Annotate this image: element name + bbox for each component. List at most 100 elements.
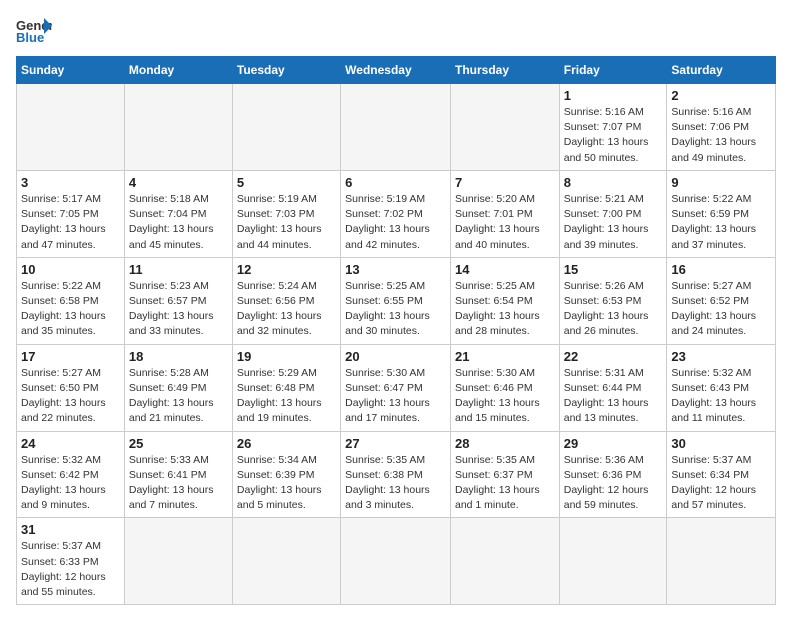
day-number: 4	[129, 175, 228, 190]
day-number: 2	[671, 88, 771, 103]
day-cell	[124, 518, 232, 605]
day-cell: 11 Sunrise: 5:23 AM Sunset: 6:57 PM Dayli…	[124, 257, 232, 344]
day-number: 10	[21, 262, 120, 277]
day-number: 26	[237, 436, 336, 451]
day-cell: 22 Sunrise: 5:31 AM Sunset: 6:44 PM Dayli…	[559, 344, 667, 431]
day-info: Sunrise: 5:27 AM Sunset: 6:52 PM Dayligh…	[671, 279, 771, 340]
day-cell	[450, 518, 559, 605]
day-number: 3	[21, 175, 120, 190]
day-cell: 1Sunrise: 5:16 AM Sunset: 7:07 PM Daylig…	[559, 84, 667, 171]
day-cell	[450, 84, 559, 171]
day-info: Sunrise: 5:17 AM Sunset: 7:05 PM Dayligh…	[21, 192, 120, 253]
week-row-2: 3 Sunrise: 5:17 AM Sunset: 7:05 PM Daylig…	[17, 170, 776, 257]
day-cell: 29 Sunrise: 5:36 AM Sunset: 6:36 PM Dayli…	[559, 431, 667, 518]
days-of-week-row: SundayMondayTuesdayWednesdayThursdayFrid…	[17, 57, 776, 84]
week-row-6: 31Sunrise: 5:37 AM Sunset: 6:33 PM Dayli…	[17, 518, 776, 605]
day-number: 30	[671, 436, 771, 451]
week-row-1: 1Sunrise: 5:16 AM Sunset: 7:07 PM Daylig…	[17, 84, 776, 171]
day-cell	[232, 84, 340, 171]
day-number: 14	[455, 262, 555, 277]
day-number: 9	[671, 175, 771, 190]
day-number: 29	[564, 436, 663, 451]
day-cell: 23Sunrise: 5:32 AM Sunset: 6:43 PM Dayli…	[667, 344, 776, 431]
day-cell: 24Sunrise: 5:32 AM Sunset: 6:42 PM Dayli…	[17, 431, 125, 518]
day-cell	[667, 518, 776, 605]
day-cell: 10 Sunrise: 5:22 AM Sunset: 6:58 PM Dayli…	[17, 257, 125, 344]
day-cell: 6Sunrise: 5:19 AM Sunset: 7:02 PM Daylig…	[341, 170, 451, 257]
day-cell: 9 Sunrise: 5:22 AM Sunset: 6:59 PM Daylig…	[667, 170, 776, 257]
day-info: Sunrise: 5:27 AM Sunset: 6:50 PM Dayligh…	[21, 366, 120, 427]
day-info: Sunrise: 5:23 AM Sunset: 6:57 PM Dayligh…	[129, 279, 228, 340]
day-info: Sunrise: 5:34 AM Sunset: 6:39 PM Dayligh…	[237, 453, 336, 514]
day-number: 20	[345, 349, 446, 364]
page-header: General Blue	[16, 16, 776, 44]
week-row-4: 17 Sunrise: 5:27 AM Sunset: 6:50 PM Dayli…	[17, 344, 776, 431]
logo-icon: General Blue	[16, 16, 52, 44]
day-info: Sunrise: 5:25 AM Sunset: 6:55 PM Dayligh…	[345, 279, 446, 340]
day-info: Sunrise: 5:28 AM Sunset: 6:49 PM Dayligh…	[129, 366, 228, 427]
day-info: Sunrise: 5:31 AM Sunset: 6:44 PM Dayligh…	[564, 366, 663, 427]
day-cell	[559, 518, 667, 605]
day-cell: 19Sunrise: 5:29 AM Sunset: 6:48 PM Dayli…	[232, 344, 340, 431]
dow-header-tuesday: Tuesday	[232, 57, 340, 84]
day-info: Sunrise: 5:36 AM Sunset: 6:36 PM Dayligh…	[564, 453, 663, 514]
day-info: Sunrise: 5:22 AM Sunset: 6:59 PM Dayligh…	[671, 192, 771, 253]
day-number: 17	[21, 349, 120, 364]
dow-header-thursday: Thursday	[450, 57, 559, 84]
day-cell: 2 Sunrise: 5:16 AM Sunset: 7:06 PM Daylig…	[667, 84, 776, 171]
day-cell: 18 Sunrise: 5:28 AM Sunset: 6:49 PM Dayli…	[124, 344, 232, 431]
day-info: Sunrise: 5:30 AM Sunset: 6:46 PM Dayligh…	[455, 366, 555, 427]
day-cell	[341, 84, 451, 171]
day-number: 18	[129, 349, 228, 364]
day-cell: 28 Sunrise: 5:35 AM Sunset: 6:37 PM Dayli…	[450, 431, 559, 518]
day-cell	[341, 518, 451, 605]
day-number: 27	[345, 436, 446, 451]
day-info: Sunrise: 5:16 AM Sunset: 7:06 PM Dayligh…	[671, 105, 771, 166]
day-info: Sunrise: 5:18 AM Sunset: 7:04 PM Dayligh…	[129, 192, 228, 253]
day-cell: 16 Sunrise: 5:27 AM Sunset: 6:52 PM Dayli…	[667, 257, 776, 344]
day-number: 16	[671, 262, 771, 277]
day-number: 31	[21, 522, 120, 537]
day-cell	[124, 84, 232, 171]
day-number: 8	[564, 175, 663, 190]
day-info: Sunrise: 5:32 AM Sunset: 6:43 PM Dayligh…	[671, 366, 771, 427]
day-cell: 25Sunrise: 5:33 AM Sunset: 6:41 PM Dayli…	[124, 431, 232, 518]
day-cell: 17 Sunrise: 5:27 AM Sunset: 6:50 PM Dayli…	[17, 344, 125, 431]
day-cell	[232, 518, 340, 605]
dow-header-wednesday: Wednesday	[341, 57, 451, 84]
day-info: Sunrise: 5:29 AM Sunset: 6:48 PM Dayligh…	[237, 366, 336, 427]
day-number: 28	[455, 436, 555, 451]
day-cell: 4 Sunrise: 5:18 AM Sunset: 7:04 PM Daylig…	[124, 170, 232, 257]
day-info: Sunrise: 5:35 AM Sunset: 6:37 PM Dayligh…	[455, 453, 555, 514]
day-info: Sunrise: 5:35 AM Sunset: 6:38 PM Dayligh…	[345, 453, 446, 514]
day-info: Sunrise: 5:26 AM Sunset: 6:53 PM Dayligh…	[564, 279, 663, 340]
day-number: 22	[564, 349, 663, 364]
dow-header-saturday: Saturday	[667, 57, 776, 84]
calendar-body: 1Sunrise: 5:16 AM Sunset: 7:07 PM Daylig…	[17, 84, 776, 605]
day-cell: 26 Sunrise: 5:34 AM Sunset: 6:39 PM Dayli…	[232, 431, 340, 518]
week-row-3: 10 Sunrise: 5:22 AM Sunset: 6:58 PM Dayli…	[17, 257, 776, 344]
day-number: 21	[455, 349, 555, 364]
dow-header-sunday: Sunday	[17, 57, 125, 84]
day-number: 7	[455, 175, 555, 190]
day-number: 13	[345, 262, 446, 277]
day-info: Sunrise: 5:37 AM Sunset: 6:34 PM Dayligh…	[671, 453, 771, 514]
day-info: Sunrise: 5:22 AM Sunset: 6:58 PM Dayligh…	[21, 279, 120, 340]
day-number: 24	[21, 436, 120, 451]
day-cell	[17, 84, 125, 171]
day-info: Sunrise: 5:25 AM Sunset: 6:54 PM Dayligh…	[455, 279, 555, 340]
day-cell: 15 Sunrise: 5:26 AM Sunset: 6:53 PM Dayli…	[559, 257, 667, 344]
day-info: Sunrise: 5:33 AM Sunset: 6:41 PM Dayligh…	[129, 453, 228, 514]
logo: General Blue	[16, 16, 52, 44]
day-number: 5	[237, 175, 336, 190]
day-info: Sunrise: 5:24 AM Sunset: 6:56 PM Dayligh…	[237, 279, 336, 340]
day-cell: 7Sunrise: 5:20 AM Sunset: 7:01 PM Daylig…	[450, 170, 559, 257]
day-cell: 31Sunrise: 5:37 AM Sunset: 6:33 PM Dayli…	[17, 518, 125, 605]
day-number: 6	[345, 175, 446, 190]
day-info: Sunrise: 5:19 AM Sunset: 7:03 PM Dayligh…	[237, 192, 336, 253]
day-number: 15	[564, 262, 663, 277]
day-number: 11	[129, 262, 228, 277]
day-cell: 13 Sunrise: 5:25 AM Sunset: 6:55 PM Dayli…	[341, 257, 451, 344]
dow-header-friday: Friday	[559, 57, 667, 84]
svg-text:Blue: Blue	[16, 30, 44, 44]
